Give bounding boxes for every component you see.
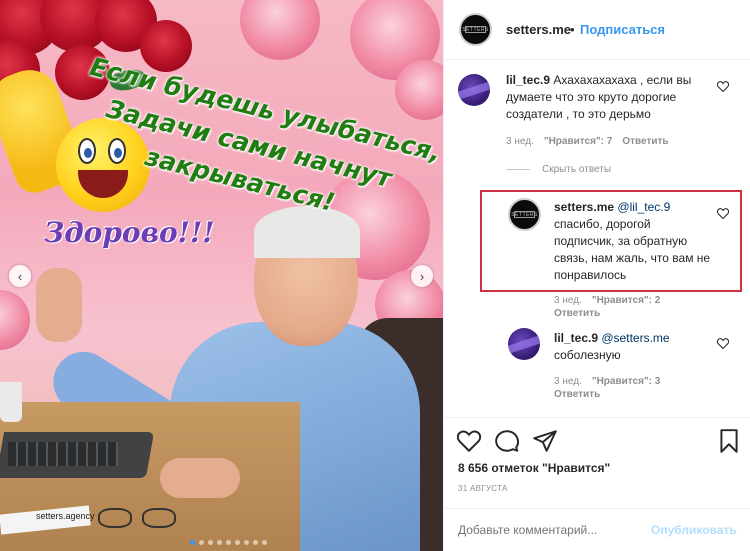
chevron-left-icon: ‹ [17,268,23,284]
carousel-dot [199,540,204,545]
comment-time[interactable]: 3 нед. [506,136,534,147]
comment-likes[interactable]: "Нравится": 2 [592,295,661,306]
carousel-dot [244,540,249,545]
comments-list: lil_tec.9 Ахахахахахаха , если вы думает… [444,60,750,418]
post-image[interactable]: Если будешь улыбаться, Задачи сами начну… [0,0,443,551]
comment-icon[interactable] [494,428,520,454]
reply-button[interactable]: Ответить [554,308,600,319]
comment-likes[interactable]: "Нравится": 7 [544,136,613,147]
comment-body: соболезную [554,348,621,362]
carousel-dot [190,540,195,545]
reply-button[interactable]: Ответить [554,389,600,400]
watermark: setters.agency [36,511,95,521]
post-header: SETTERS setters.me • Подписаться [444,0,750,60]
publish-button[interactable]: Опубликовать [651,523,737,537]
comment-username[interactable]: setters.me [554,200,614,214]
reply-text: setters.me @lil_tec.9 спасибо, дорогой п… [554,199,714,284]
share-icon[interactable] [532,428,558,454]
comment-meta: 3 нед. "Нравится": 2 Ответить [554,295,704,319]
eyeglasses [98,508,180,532]
hide-replies-label: Скрыть ответы [542,164,612,175]
comment-likes[interactable]: "Нравится": 3 [592,376,661,387]
laptop-keyboard [8,442,118,466]
comment-body: спасибо, дорогой подписчик, за обратную … [554,217,711,282]
comment-meta: 3 нед. "Нравится": 3 Ответить [554,376,704,400]
post-date[interactable]: 31 АВГУСТА [458,484,508,493]
resting-hand [160,458,240,498]
avatar[interactable] [458,74,490,106]
comment-username[interactable]: lil_tec.9 [506,73,550,87]
avatar-logo: SETTERS [462,25,489,34]
next-image-button[interactable]: › [411,265,433,287]
greeting-text: Здорово!!! [44,216,215,249]
carousel-dot [253,540,258,545]
comment-time[interactable]: 3 нед. [554,295,582,306]
carousel-dot [208,540,213,545]
likes-count[interactable]: 8 656 отметок "Нравится" [458,461,610,475]
heart-icon[interactable] [456,428,482,454]
post-sidebar: SETTERS setters.me • Подписаться lil_tec… [443,0,750,551]
comment-username[interactable]: lil_tec.9 [554,331,598,345]
chevron-right-icon: › [419,268,425,284]
avatar[interactable]: SETTERS [459,13,492,46]
carousel-dot [235,540,240,545]
divider-line [506,169,530,170]
separator-dot: • [570,22,575,37]
avatar[interactable] [508,328,540,360]
hide-replies-button[interactable]: Скрыть ответы [506,164,611,175]
comment-time[interactable]: 3 нед. [554,376,582,387]
mug [0,382,22,422]
username-link[interactable]: setters.me [506,22,571,37]
like-comment-icon[interactable] [717,81,729,92]
follow-button[interactable]: Подписаться [580,22,665,37]
comment-text: lil_tec.9 Ахахахахахаха , если вы думает… [506,72,724,123]
add-comment-bar: Опубликовать [444,508,750,551]
like-comment-icon[interactable] [717,338,729,349]
avatar[interactable]: SETTERS [508,198,541,231]
reply-button[interactable]: Ответить [622,136,668,147]
mention-link[interactable]: @lil_tec.9 [617,200,670,214]
carousel-dot [226,540,231,545]
prev-image-button[interactable]: ‹ [9,265,31,287]
avatar-logo: SETTERS [511,210,538,219]
reply-text: lil_tec.9 @setters.me соболезную [554,330,714,364]
carousel-dot [262,540,267,545]
bookmark-icon[interactable] [716,428,742,454]
thumbs-up-hand [36,268,82,342]
comment-input[interactable] [458,523,648,537]
comment-meta: 3 нед. "Нравится": 7 Ответить [506,136,669,147]
mention-link[interactable]: @setters.me [601,331,669,345]
like-comment-icon[interactable] [717,208,729,219]
carousel-indicator [190,540,267,545]
carousel-dot [217,540,222,545]
